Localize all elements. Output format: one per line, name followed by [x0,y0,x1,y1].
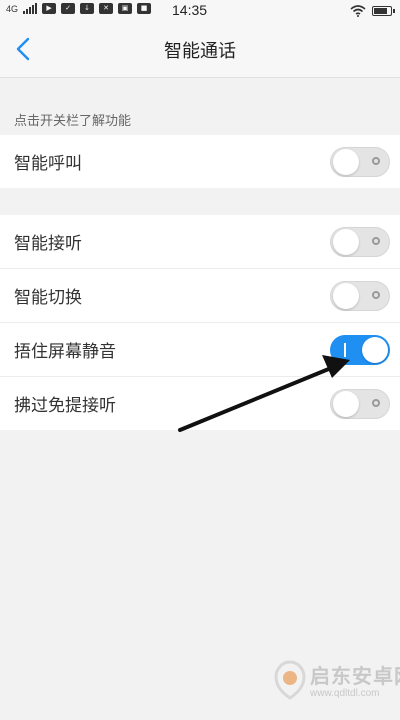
toggle-off-indicator [372,399,380,407]
toggle-off-indicator [372,237,380,245]
watermark-url: www.qdltdl.com [310,688,380,699]
watermark-logo-icon [274,660,306,700]
header-bar: 智能通话 [0,22,400,78]
page-title: 智能通话 [164,41,236,62]
watermark-title: 启东安卓网 [310,664,400,688]
network-type: 4G [6,3,19,14]
toggle-on-indicator [344,343,346,357]
setting-row-smart-call[interactable]: 智能呼叫 [0,135,400,188]
wave-speaker-toggle[interactable] [330,389,390,419]
setting-row-cover-mute[interactable]: 捂住屏幕静音 [0,323,400,377]
setting-label: 智能接听 [14,234,82,254]
toggle-knob [333,229,359,255]
settings-group-1: 智能呼叫 [0,135,400,188]
setting-row-wave-speaker[interactable]: 拂过免提接听 [0,377,400,430]
wifi-icon [350,5,366,17]
status-icons-left: 4G ▶ ✓ ↓ ✕ ▣ ■ [6,3,152,14]
image-icon: ▣ [118,3,133,14]
toggle-off-indicator [372,157,380,165]
cover-mute-toggle[interactable] [330,335,390,365]
setting-label: 拂过免提接听 [14,396,116,416]
android-icon: ✕ [99,3,114,14]
status-bar: 4G ▶ ✓ ↓ ✕ ▣ ■ 14:35 [0,0,400,22]
watermark: 启东安卓网 www.qdltdl.com [272,652,400,716]
camera-icon: ■ [137,3,152,14]
video-icon: ▶ [42,3,57,14]
settings-group-2: 智能接听 智能切换 捂住屏幕静音 拂过免提接听 [0,215,400,430]
smart-call-toggle[interactable] [330,147,390,177]
setting-label: 捂住屏幕静音 [14,342,116,362]
status-icons-right [350,5,395,17]
toggle-knob [333,391,359,417]
battery-icon [372,6,395,16]
setting-row-smart-answer[interactable]: 智能接听 [0,215,400,269]
smart-switch-toggle[interactable] [330,281,390,311]
toggle-knob [333,283,359,309]
setting-label: 智能呼叫 [14,154,82,174]
download-icon: ↓ [80,3,95,14]
toggle-off-indicator [372,291,380,299]
setting-row-smart-switch[interactable]: 智能切换 [0,269,400,323]
toggle-knob [333,149,359,175]
status-time: 14:35 [172,2,208,18]
notification-check-icon: ✓ [61,3,76,14]
smart-answer-toggle[interactable] [330,227,390,257]
section-hint: 点击开关栏了解功能 [14,114,132,129]
toggle-knob [362,337,388,363]
signal-icon [23,3,38,14]
setting-label: 智能切换 [14,288,82,308]
